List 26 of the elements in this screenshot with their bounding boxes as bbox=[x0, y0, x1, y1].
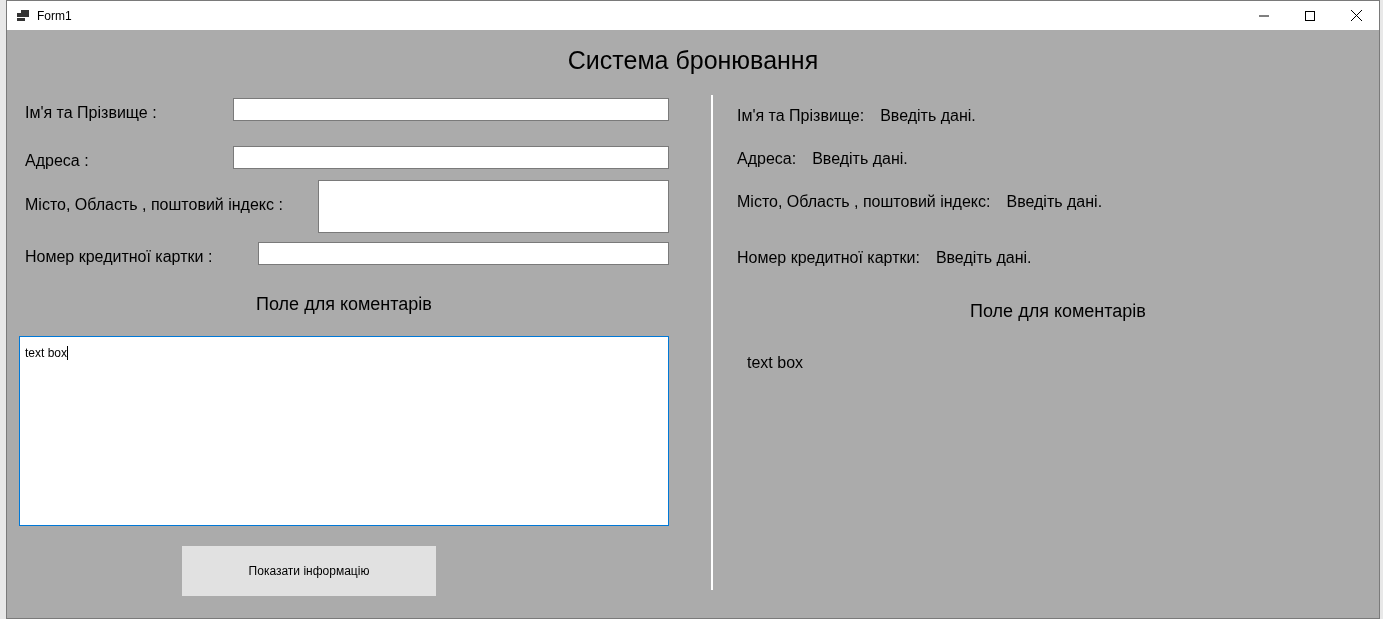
field-label: Ім'я та Прізвище : bbox=[25, 103, 158, 123]
field-label: Адреса : bbox=[25, 151, 90, 171]
input-field[interactable] bbox=[233, 98, 669, 121]
close-icon bbox=[1350, 10, 1362, 21]
maximize-icon bbox=[1305, 10, 1315, 21]
page-heading: Система бронювання bbox=[566, 45, 820, 76]
summary-label: Адреса: bbox=[737, 149, 797, 169]
summary-value: Введіть дані. bbox=[880, 106, 976, 126]
window-title: Form1 bbox=[37, 7, 72, 25]
app-icon bbox=[17, 10, 29, 21]
summary-label: Номер кредитної картки: bbox=[737, 248, 920, 268]
field-label: Номер кредитної картки : bbox=[25, 247, 214, 267]
section-heading: Поле для коментарів bbox=[255, 293, 433, 316]
comment-textarea[interactable]: text box bbox=[19, 336, 669, 526]
show-info-button[interactable]: Показати інформацію bbox=[182, 546, 436, 596]
summary-value: Введіть дані. bbox=[1006, 192, 1103, 212]
section-heading: Поле для коментарів bbox=[969, 300, 1147, 323]
input-field[interactable] bbox=[258, 242, 669, 265]
summary-value: Введіть дані. bbox=[935, 248, 1032, 268]
comment-text: text box bbox=[747, 353, 805, 373]
summary-label: Ім'я та Прізвище: bbox=[737, 106, 865, 126]
summary-label: Місто, Область , поштовий індекс: bbox=[737, 192, 991, 212]
field-label: Місто, Область , поштовий індекс : bbox=[25, 195, 284, 215]
input-field[interactable] bbox=[318, 180, 669, 233]
summary-value: Введіть дані. bbox=[812, 149, 908, 169]
input-field[interactable] bbox=[233, 146, 669, 169]
